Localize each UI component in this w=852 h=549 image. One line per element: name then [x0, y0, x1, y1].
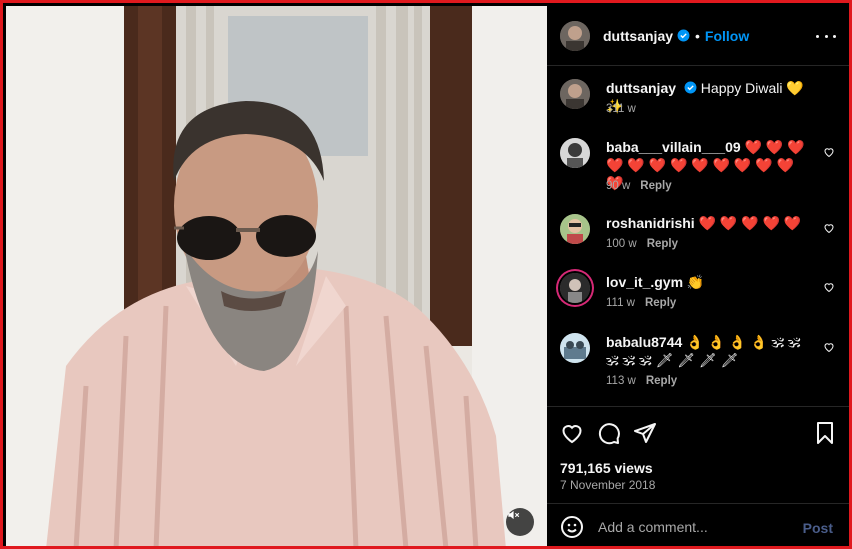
views-count[interactable]: 791,165 views: [560, 460, 653, 476]
commenter-avatar[interactable]: [560, 214, 590, 244]
verified-icon: [677, 29, 690, 42]
screenshot-frame: duttsanjay • Follow duttsanjay Happy Diw…: [0, 0, 852, 549]
author-avatar[interactable]: [560, 20, 590, 51]
comments-list: duttsanjay Happy Diwali 💛 ✨ 311 w baba__…: [547, 66, 849, 406]
like-icon[interactable]: [560, 421, 584, 445]
header-separator: •: [695, 27, 700, 44]
mute-icon: [508, 510, 520, 520]
comment-text: ❤️ ❤️ ❤️ ❤️ ❤️: [698, 215, 802, 231]
post-side-panel: duttsanjay • Follow duttsanjay Happy Diw…: [547, 6, 849, 546]
commenter-avatar[interactable]: [560, 333, 590, 363]
save-icon[interactable]: [813, 421, 837, 445]
post-date: 7 November 2018: [560, 478, 656, 492]
like-comment-icon[interactable]: [823, 281, 835, 293]
comment-username[interactable]: baba___villain___09: [606, 139, 741, 155]
follow-button[interactable]: Follow: [705, 28, 749, 44]
emoji-icon[interactable]: [560, 515, 584, 539]
more-horizontal-icon[interactable]: [816, 28, 836, 44]
comment-username[interactable]: lov_it_.gym: [606, 274, 683, 290]
like-comment-icon[interactable]: [823, 222, 835, 234]
comment-time: 111 w: [606, 297, 635, 309]
reply-button[interactable]: Reply: [646, 375, 677, 387]
reply-button[interactable]: Reply: [640, 180, 671, 192]
comment-meta: 113 w Reply: [606, 375, 677, 387]
post-comment-button[interactable]: Post: [803, 520, 833, 536]
comment-input[interactable]: [598, 518, 788, 535]
reply-button[interactable]: Reply: [645, 297, 676, 309]
caption-username[interactable]: duttsanjay: [606, 80, 676, 96]
comment-text: 👏: [686, 274, 705, 290]
author-avatar[interactable]: [560, 79, 590, 109]
like-comment-icon[interactable]: [823, 146, 835, 158]
comment-time: 113 w: [606, 375, 636, 387]
like-comment-icon[interactable]: [823, 341, 835, 353]
author-username[interactable]: duttsanjay: [603, 28, 673, 44]
caption-time: 311 w: [606, 103, 636, 115]
comment-icon[interactable]: [597, 421, 621, 445]
commenter-avatar[interactable]: [560, 273, 590, 303]
post-header: duttsanjay • Follow: [547, 6, 849, 66]
comment-time: 100 w: [606, 238, 637, 250]
share-icon[interactable]: [633, 421, 657, 445]
reply-button[interactable]: Reply: [647, 238, 678, 250]
comment-username[interactable]: babalu8744: [606, 334, 682, 350]
caption-meta: 311 w: [606, 103, 636, 115]
post-actions: 791,165 views 7 November 2018: [547, 406, 849, 503]
mute-button[interactable]: [506, 508, 534, 536]
commenter-avatar[interactable]: [560, 138, 590, 168]
comment-time: 90 w: [606, 180, 631, 192]
comment-composer: Post: [547, 503, 849, 546]
post-video[interactable]: [6, 6, 547, 546]
video-frame-illustration: [6, 6, 547, 546]
comment-meta: 90 w Reply: [606, 180, 672, 192]
comment-meta: 100 w Reply: [606, 238, 678, 250]
comment-meta: 111 w Reply: [606, 297, 676, 309]
verified-icon: [684, 81, 697, 94]
comment-username[interactable]: roshanidrishi: [606, 215, 695, 231]
